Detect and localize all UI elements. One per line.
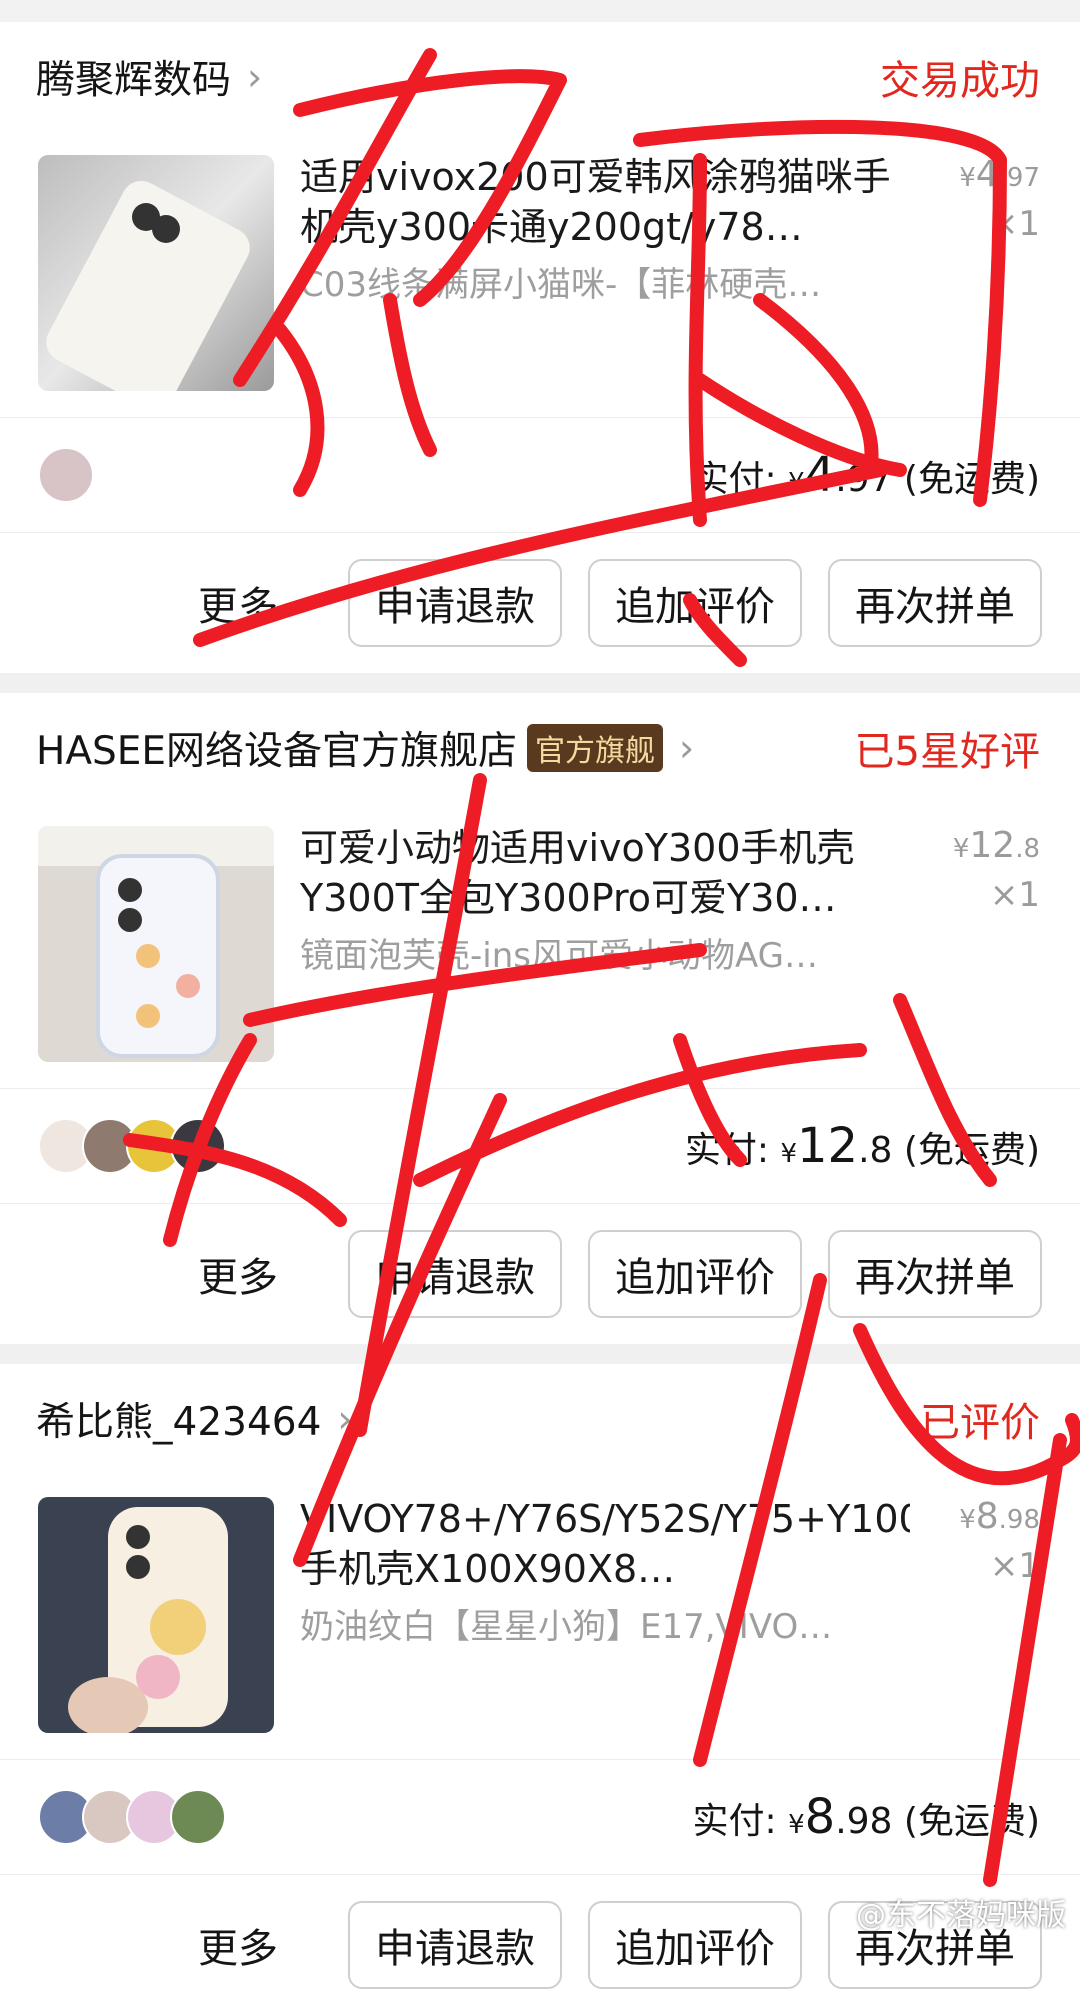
avatar-group xyxy=(38,447,94,503)
official-store-badge: 官方旗舰 xyxy=(527,724,664,772)
unit-price: ¥12.8 xyxy=(952,825,1040,866)
unit-price: ¥4.97 xyxy=(959,154,1040,195)
payment-row: 实付: ¥12.8 (免运费) xyxy=(0,1089,1080,1204)
product-title: 可爱小动物适用vivoY300手机壳Y300T全包Y300Pro可爱Y30… xyxy=(300,826,855,920)
shop-name: 腾聚辉数码 xyxy=(36,58,232,103)
paid-amount: 实付: ¥8.98 (免运费) xyxy=(692,1789,1041,1845)
separator xyxy=(0,673,1080,693)
product-title: 适用vivox200可爱韩风涂鸦猫咪手机壳y300卡通y200gt/y78… xyxy=(300,155,891,249)
avatar xyxy=(170,1789,226,1845)
paid-amount: 实付: ¥12.8 (免运费) xyxy=(684,1118,1040,1174)
shop-link[interactable]: 腾聚辉数码 › xyxy=(36,49,262,105)
refund-button[interactable]: 申请退款 xyxy=(348,1901,562,1989)
order-item[interactable]: 可爱小动物适用vivoY300手机壳Y300T全包Y300Pro可爱Y30… 镜… xyxy=(0,803,1080,1089)
shop-name: HASEE网络设备官方旗舰店 xyxy=(36,729,518,774)
avatar-group xyxy=(38,1118,226,1174)
reorder-button[interactable]: 再次拼单 xyxy=(828,1230,1042,1318)
shop-row: HASEE网络设备官方旗舰店 官方旗舰 › 已5星好评 xyxy=(0,693,1080,803)
more-button[interactable]: 更多 xyxy=(198,574,278,632)
avatar xyxy=(38,447,94,503)
order-card: HASEE网络设备官方旗舰店 官方旗舰 › 已5星好评 可爱小动物适用vivoY… xyxy=(0,693,1080,1344)
avatar xyxy=(170,1118,226,1174)
quantity: ×1 xyxy=(989,204,1040,244)
quantity: ×1 xyxy=(989,1546,1040,1586)
product-spec: 奶油纹白【星星小狗】E17,VIVO… xyxy=(300,1607,833,1647)
refund-button[interactable]: 申请退款 xyxy=(348,559,562,647)
order-card: 腾聚辉数码 › 交易成功 适用vivox200可爱韩风涂鸦猫咪手机壳y300卡通… xyxy=(0,22,1080,673)
payment-row: 实付: ¥4.97 (免运费) xyxy=(0,418,1080,533)
reorder-button[interactable]: 再次拼单 xyxy=(828,559,1042,647)
shop-link[interactable]: HASEE网络设备官方旗舰店 官方旗舰 › xyxy=(36,720,694,776)
watermark: @东不落妈咪版 xyxy=(856,1898,1066,1933)
chevron-right-icon: › xyxy=(247,55,263,99)
refund-button[interactable]: 申请退款 xyxy=(348,1230,562,1318)
product-title: VIVOY78+/Y76S/Y52S/Y75+Y100手机壳X100X90X8… xyxy=(300,1497,910,1591)
chevron-right-icon: › xyxy=(337,1397,353,1441)
add-review-button[interactable]: 追加评价 xyxy=(588,559,802,647)
unit-price: ¥8.98 xyxy=(959,1496,1040,1537)
quantity: ×1 xyxy=(989,875,1040,915)
order-status: 已评价 xyxy=(920,1400,1040,1446)
avatar-group xyxy=(38,1789,226,1845)
product-spec: 镜面泡芙壳-ins风可爱小动物AG… xyxy=(300,936,818,976)
shop-row: 希比熊_423464 › 已评价 xyxy=(0,1364,1080,1474)
add-review-button[interactable]: 追加评价 xyxy=(588,1901,802,1989)
order-status: 已5星好评 xyxy=(854,729,1040,775)
product-spec: C03线条满屏小猫咪-【菲林硬壳… xyxy=(300,265,822,305)
action-row: 更多 申请退款 追加评价 再次拼单 xyxy=(0,533,1080,673)
shop-row: 腾聚辉数码 › 交易成功 xyxy=(0,22,1080,132)
paid-amount: 实付: ¥4.97 (免运费) xyxy=(692,447,1041,503)
shop-link[interactable]: 希比熊_423464 › xyxy=(36,1391,353,1447)
product-thumbnail[interactable] xyxy=(38,155,274,391)
order-item[interactable]: 适用vivox200可爱韩风涂鸦猫咪手机壳y300卡通y200gt/y78… C… xyxy=(0,132,1080,418)
shop-name: 希比熊_423464 xyxy=(36,1400,322,1445)
more-button[interactable]: 更多 xyxy=(198,1245,278,1303)
more-button[interactable]: 更多 xyxy=(198,1916,278,1974)
top-gap xyxy=(0,0,1080,22)
product-thumbnail[interactable] xyxy=(38,826,274,1062)
add-review-button[interactable]: 追加评价 xyxy=(588,1230,802,1318)
order-item[interactable]: VIVOY78+/Y76S/Y52S/Y75+Y100手机壳X100X90X8…… xyxy=(0,1474,1080,1760)
chevron-right-icon: › xyxy=(679,726,695,770)
order-status: 交易成功 xyxy=(880,58,1040,104)
payment-row: 实付: ¥8.98 (免运费) xyxy=(0,1760,1080,1875)
action-row: 更多 申请退款 追加评价 再次拼单 xyxy=(0,1204,1080,1344)
product-thumbnail[interactable] xyxy=(38,1497,274,1733)
separator xyxy=(0,1344,1080,1364)
